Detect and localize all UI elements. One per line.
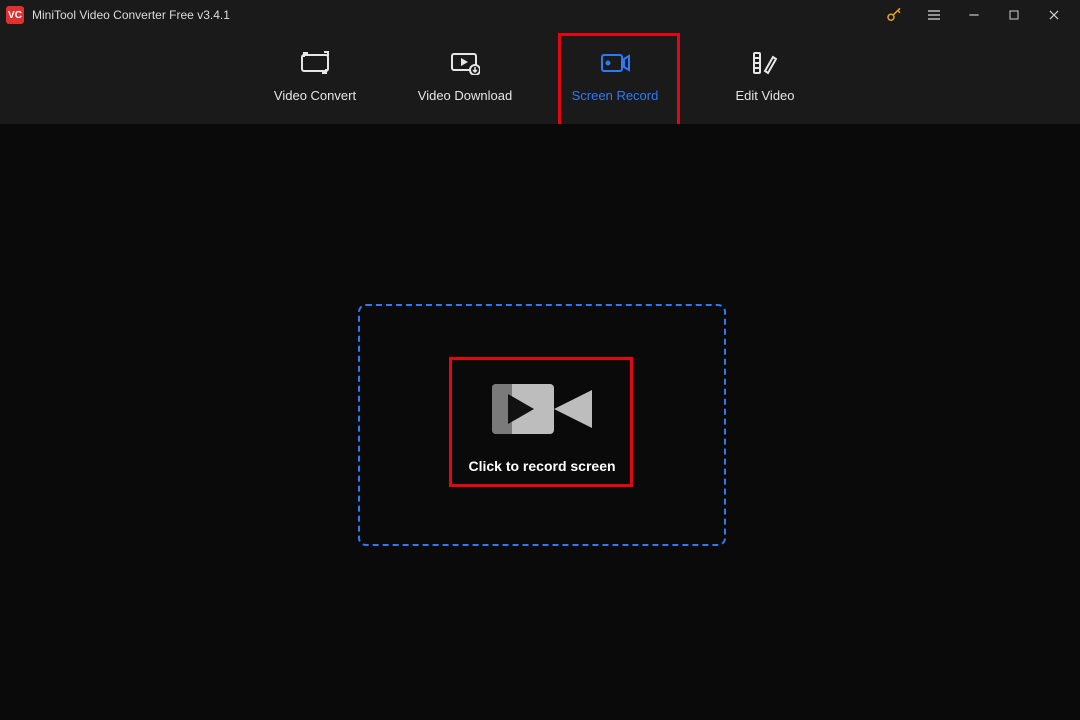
- main-content: Click to record screen: [0, 124, 1080, 720]
- menu-button[interactable]: [914, 0, 954, 30]
- video-download-icon: [449, 52, 481, 74]
- license-key-button[interactable]: [874, 0, 914, 30]
- tab-label: Video Download: [418, 88, 512, 103]
- tab-edit-video[interactable]: Edit Video: [690, 30, 840, 124]
- record-screen-button[interactable]: Click to record screen: [440, 364, 643, 486]
- minimize-button[interactable]: [954, 0, 994, 30]
- tab-label: Edit Video: [735, 88, 794, 103]
- app-logo-icon: VC: [6, 6, 24, 24]
- maximize-button[interactable]: [994, 0, 1034, 30]
- tab-label: Screen Record: [572, 88, 659, 103]
- edit-video-icon: [749, 52, 781, 74]
- video-convert-icon: [299, 52, 331, 74]
- screen-record-icon: [599, 52, 631, 74]
- camera-record-icon: [492, 378, 592, 440]
- record-dropzone: Click to record screen: [358, 304, 726, 546]
- record-label: Click to record screen: [468, 458, 615, 474]
- title-bar: VC MiniTool Video Converter Free v3.4.1: [0, 0, 1080, 30]
- close-button[interactable]: [1034, 0, 1074, 30]
- tab-video-convert[interactable]: Video Convert: [240, 30, 390, 124]
- tab-video-download[interactable]: Video Download: [390, 30, 540, 124]
- window-title: MiniTool Video Converter Free v3.4.1: [32, 8, 230, 22]
- tab-screen-record[interactable]: Screen Record: [540, 30, 690, 124]
- top-tab-bar: Video Convert Video Download: [0, 30, 1080, 124]
- tab-label: Video Convert: [274, 88, 356, 103]
- app-window: VC MiniTool Video Converter Free v3.4.1: [0, 0, 1080, 720]
